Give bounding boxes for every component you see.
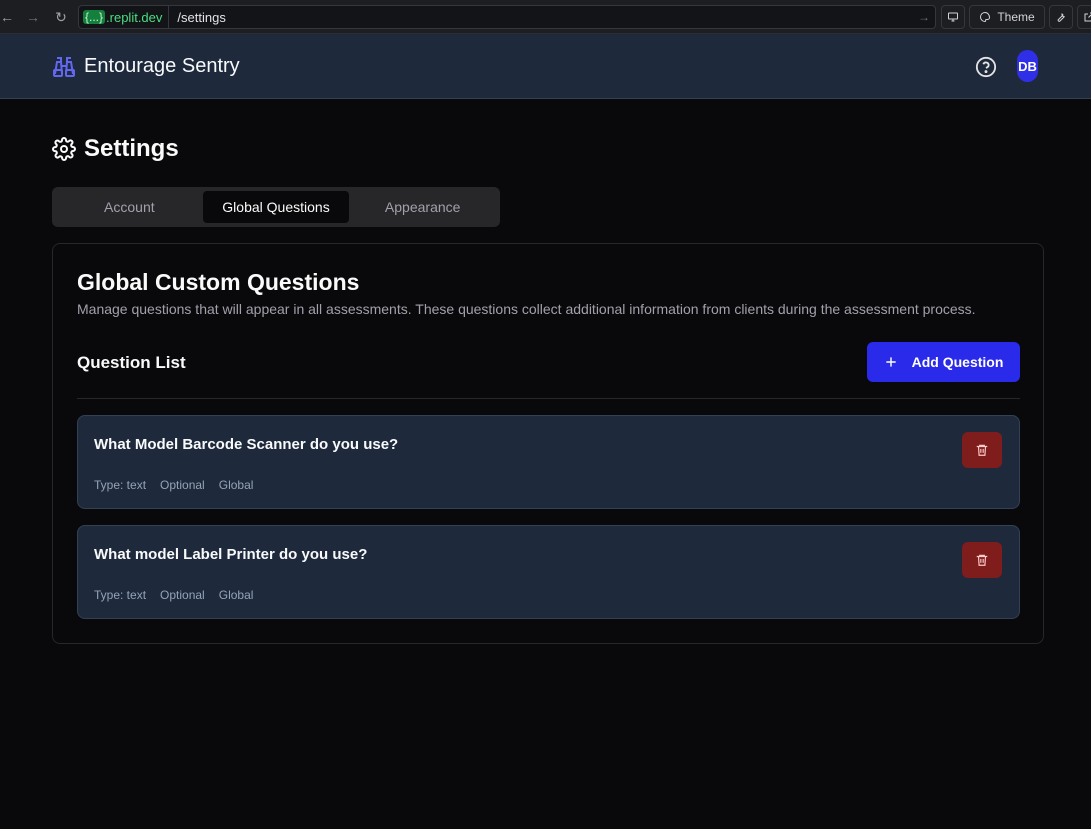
add-question-label: Add Question <box>911 354 1004 370</box>
open-external-button[interactable] <box>1077 5 1091 29</box>
url-host-badge: {...} <box>83 10 106 24</box>
address-bar[interactable]: {...} .replit.dev /settings → <box>78 5 936 29</box>
tab-account[interactable]: Account <box>56 191 203 223</box>
question-meta: Type: text Optional Global <box>94 478 253 492</box>
delete-question-button[interactable] <box>962 542 1002 578</box>
help-circle-icon <box>975 56 997 78</box>
delete-question-button[interactable] <box>962 432 1002 468</box>
question-text: What Model Barcode Scanner do you use? <box>94 436 399 453</box>
app-header: Entourage Sentry <box>0 34 1091 99</box>
trash-icon <box>976 554 988 566</box>
divider <box>77 398 1020 399</box>
external-link-icon <box>1084 12 1091 22</box>
avatar[interactable]: DB <box>1017 50 1038 82</box>
question-list-title: Question List <box>77 353 186 372</box>
global-questions-card: Global Custom Questions Manage questions… <box>52 243 1044 644</box>
question-scope: Global <box>218 478 254 492</box>
back-icon[interactable]: ← <box>0 4 20 30</box>
binoculars-icon <box>53 56 75 77</box>
question-required: Optional <box>160 588 205 602</box>
question-text: What model Label Printer do you use? <box>94 546 368 563</box>
question-item: What model Label Printer do you use? Typ… <box>77 525 1020 619</box>
monitor-icon <box>948 12 958 22</box>
brand[interactable]: Entourage Sentry <box>52 55 240 78</box>
question-item: What Model Barcode Scanner do you use? T… <box>77 415 1020 509</box>
question-required: Optional <box>160 478 205 492</box>
wrench-icon <box>1057 13 1065 22</box>
question-type: Type: text <box>94 478 147 492</box>
url-path: /settings <box>177 9 226 25</box>
help-button[interactable] <box>975 56 997 78</box>
theme-button[interactable]: Theme <box>969 5 1045 29</box>
theme-label: Theme <box>997 10 1035 24</box>
gear-icon <box>52 137 76 161</box>
tools-button[interactable] <box>1049 5 1073 29</box>
page-title-row: Settings <box>52 135 179 163</box>
plus-icon <box>885 357 896 367</box>
tab-appearance[interactable]: Appearance <box>349 191 496 223</box>
question-meta: Type: text Optional Global <box>94 588 253 602</box>
settings-tabs: Account Global Questions Appearance <box>52 187 500 227</box>
card-title: Global Custom Questions <box>77 269 360 295</box>
question-type: Type: text <box>94 588 147 602</box>
url-host: {...} .replit.dev <box>79 6 170 28</box>
card-description: Manage questions that will appear in all… <box>77 301 976 317</box>
palette-icon <box>980 11 991 23</box>
forward-icon[interactable]: → <box>20 4 46 30</box>
devtools-button[interactable] <box>941 5 965 29</box>
url-host-text: .replit.dev <box>106 9 163 25</box>
question-scope: Global <box>218 588 254 602</box>
add-question-button[interactable]: Add Question <box>867 342 1020 382</box>
page-title: Settings <box>84 135 179 162</box>
tab-global-questions[interactable]: Global Questions <box>202 191 350 223</box>
app-name: Entourage Sentry <box>84 55 240 77</box>
reload-icon[interactable]: ↻ <box>48 4 74 30</box>
trash-icon <box>976 444 988 456</box>
browser-toolbar: ← → ↻ {...} .replit.dev /settings → Them… <box>0 0 1091 34</box>
go-arrow-icon[interactable]: → <box>913 10 935 24</box>
